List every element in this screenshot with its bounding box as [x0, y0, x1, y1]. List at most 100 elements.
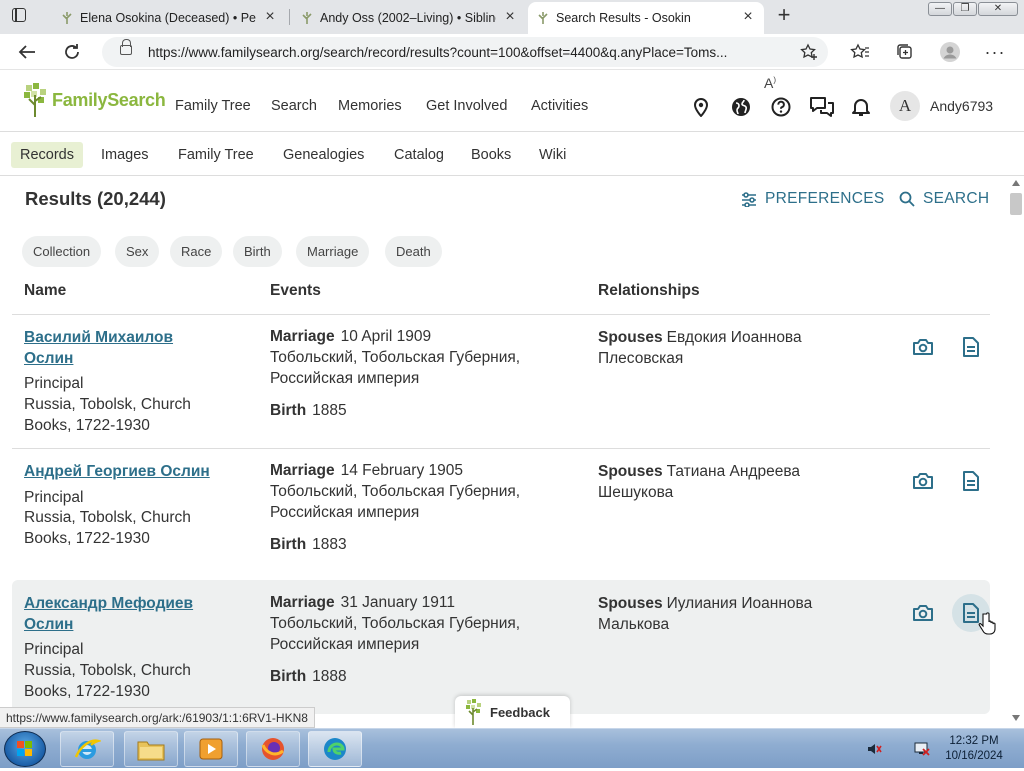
camera-icon[interactable]: [910, 600, 936, 626]
tab-title: Search Results - Osokin: [556, 11, 691, 25]
scroll-down-arrow-icon[interactable]: [1012, 715, 1020, 721]
taskbar-file-explorer[interactable]: [124, 731, 178, 767]
close-tab-icon[interactable]: ×: [740, 9, 756, 25]
nav-activities[interactable]: Activities: [531, 98, 588, 114]
record-name-link[interactable]: Андрей Георгиев Ослин: [24, 461, 254, 482]
record-collection: Russia, Tobolsk, Church Books, 1722-1930: [24, 662, 191, 700]
scrollbar-thumb[interactable]: [1010, 193, 1022, 215]
event-date: 31 January 1911: [340, 594, 455, 611]
nav-search[interactable]: Search: [271, 98, 317, 114]
document-icon[interactable]: [958, 468, 984, 494]
familysearch-logo[interactable]: FamilySearch: [24, 82, 166, 118]
header-divider: [12, 314, 990, 315]
scroll-up-arrow-icon[interactable]: [1012, 180, 1020, 186]
event-date: 1885: [312, 402, 347, 419]
event-place: Тобольский, Тобольская Губерния, Российс…: [270, 615, 521, 653]
filter-chip-sex[interactable]: Sex: [115, 236, 160, 267]
help-icon[interactable]: [770, 96, 792, 118]
event-type: Marriage: [270, 462, 335, 479]
document-icon[interactable]: [958, 334, 984, 360]
subnav-catalog[interactable]: Catalog: [385, 142, 453, 168]
nav-family-tree[interactable]: Family Tree: [175, 98, 251, 114]
windows-taskbar: 12:32 PM 10/16/2024: [0, 728, 1024, 768]
subnav-wiki[interactable]: Wiki: [530, 142, 575, 168]
globe-icon[interactable]: [730, 96, 752, 118]
clock-date: 10/16/2024: [945, 750, 1003, 762]
start-button[interactable]: [4, 731, 46, 767]
favorites-icon[interactable]: [848, 40, 872, 64]
close-tab-icon[interactable]: ×: [502, 9, 518, 25]
filter-chip-race[interactable]: Race: [170, 236, 223, 267]
refresh-icon[interactable]: [60, 40, 84, 64]
filter-chip-death[interactable]: Death: [385, 236, 442, 267]
filter-chip-collection[interactable]: Collection: [22, 236, 102, 267]
browser-tab-3-active[interactable]: Search Results - Osokin ×: [528, 2, 764, 34]
filter-chip-marriage[interactable]: Marriage: [296, 236, 370, 267]
folder-icon: [137, 741, 165, 761]
event-marriage: Marriage 14 February 1905: [270, 461, 570, 482]
network-disconnected-icon[interactable]: [914, 741, 930, 757]
record-role: Principal: [24, 489, 84, 506]
username[interactable]: Andy6793: [930, 98, 993, 114]
taskbar-media-player[interactable]: [184, 731, 238, 767]
subnav-images[interactable]: Images: [92, 142, 158, 168]
subnav-books[interactable]: Books: [462, 142, 520, 168]
system-clock[interactable]: 12:32 PM 10/16/2024: [942, 734, 1006, 764]
record-name-link[interactable]: Василий Михаилов Ослин: [24, 327, 224, 369]
back-icon[interactable]: [15, 40, 39, 64]
event-date: 1883: [312, 536, 347, 553]
event-type: Birth: [270, 668, 307, 685]
profile-icon[interactable]: [938, 40, 962, 64]
browser-tab-2[interactable]: Andy Oss (2002–Living) • Sibling ×: [292, 2, 526, 34]
lock-icon: [120, 39, 132, 55]
event-birth: Birth 1883: [270, 535, 570, 556]
site-header: FamilySearch Family Tree Search Memories…: [0, 71, 1024, 132]
add-favorite-icon[interactable]: [797, 40, 821, 64]
taskbar-internet-explorer[interactable]: [60, 731, 114, 767]
camera-icon[interactable]: [910, 334, 936, 360]
notifications-bell-icon[interactable]: [850, 96, 872, 118]
user-avatar[interactable]: A: [890, 91, 920, 121]
event-type: Marriage: [270, 594, 335, 611]
taskbar-firefox[interactable]: [246, 731, 300, 767]
record-name-link[interactable]: Александр Мефодиев Ослин: [24, 593, 224, 635]
volume-muted-icon[interactable]: [866, 741, 882, 757]
browser-toolbar: https://www.familysearch.org/search/reco…: [0, 34, 1024, 91]
address-bar[interactable]: https://www.familysearch.org/search/reco…: [102, 37, 828, 67]
new-tab-icon[interactable]: +: [773, 4, 795, 27]
close-tab-icon[interactable]: ×: [262, 9, 278, 25]
media-player-icon: [199, 738, 223, 760]
nav-get-involved[interactable]: Get Involved: [426, 98, 507, 114]
status-bar-url: https://www.familysearch.org/ark:/61903/…: [0, 707, 315, 728]
subnav-genealogies[interactable]: Genealogies: [274, 142, 373, 168]
feedback-button[interactable]: Feedback: [455, 696, 570, 728]
nav-memories[interactable]: Memories: [338, 98, 402, 114]
restore-window-icon[interactable]: ❐: [953, 2, 977, 16]
preferences-button[interactable]: PREFERENCES: [741, 190, 885, 208]
event-date: 10 April 1909: [340, 328, 432, 345]
taskbar-edge[interactable]: [308, 731, 362, 767]
tree-favicon-icon: [538, 12, 548, 24]
subnav-family-tree[interactable]: Family Tree: [169, 142, 263, 168]
event-birth: Birth 1888: [270, 667, 570, 688]
column-header-relationships: Relationships: [598, 282, 700, 299]
messages-icon[interactable]: [809, 96, 835, 118]
tab-actions-icon[interactable]: [12, 8, 26, 22]
relationship-type: Spouses: [598, 595, 663, 612]
camera-icon[interactable]: [910, 468, 936, 494]
vertical-scrollbar[interactable]: [1008, 176, 1024, 728]
search-button[interactable]: SEARCH: [899, 190, 989, 208]
more-options-icon[interactable]: ···: [983, 40, 1007, 64]
filter-chip-birth[interactable]: Birth: [233, 236, 282, 267]
feedback-label: Feedback: [490, 704, 550, 720]
relationship-spouses: Spouses Татиана Андреева Шешукова: [598, 461, 838, 503]
tab-title: Andy Oss (2002–Living) • Sibling: [320, 11, 496, 25]
brand-name: FamilySearch: [52, 89, 166, 110]
collections-icon[interactable]: [893, 40, 917, 64]
subnav-records[interactable]: Records: [11, 142, 83, 168]
location-pin-icon[interactable]: [690, 96, 712, 118]
sliders-icon: [742, 191, 756, 207]
minimize-window-icon[interactable]: —: [928, 2, 952, 16]
close-window-icon[interactable]: ✕: [978, 2, 1018, 16]
browser-tab-1[interactable]: Elena Osokina (Deceased) • Perso ×: [52, 2, 286, 34]
